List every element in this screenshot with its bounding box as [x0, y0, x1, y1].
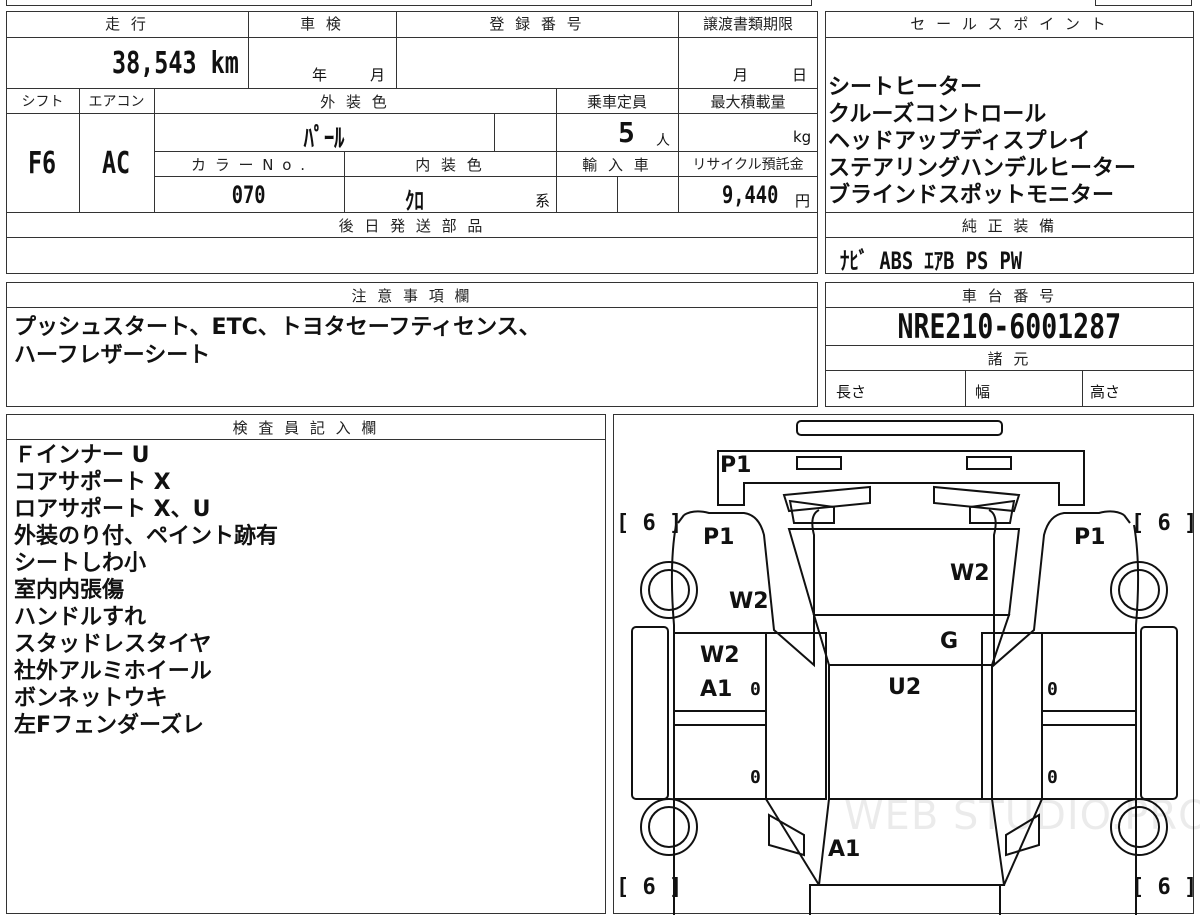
- recycle-unit: 円: [795, 192, 811, 210]
- left-apron-code: W2: [729, 589, 769, 614]
- shift-value: F6: [28, 146, 57, 181]
- tire-rear-right-code: [ 6 ]: [1131, 875, 1198, 900]
- inspector-line-5: シートしわ小: [14, 551, 147, 576]
- front-bumper-code: P1: [720, 453, 752, 478]
- roof-code: U2: [888, 675, 922, 700]
- deadline-day-label: 日: [792, 66, 808, 84]
- shaken-year-label: 年: [312, 66, 328, 84]
- height-label: 高さ: [1090, 383, 1121, 401]
- tire-front-right-code: [ 6 ]: [1131, 511, 1198, 536]
- right-fender-code: P1: [1074, 525, 1106, 550]
- mileage-value: 38,543 km: [112, 46, 239, 81]
- shaken-month-label: 月: [370, 66, 386, 84]
- notes-line-1: プッシュスタート、ETC、トヨタセーフティセンス、: [14, 315, 541, 340]
- later-parts-header: 後 日 発 送 部 品: [338, 217, 486, 235]
- top-right-cutoff-strip: [1095, 0, 1192, 6]
- exterior-color-value: ﾊﾟｰﾙ: [303, 124, 345, 154]
- exterior-color-header: 外 装 色: [320, 93, 390, 111]
- color-no-value: 070: [232, 181, 266, 209]
- tire-front-left-code: [ 6 ]: [616, 511, 683, 536]
- mileage-header: 走 行: [105, 15, 149, 33]
- rear-code: A1: [828, 837, 861, 862]
- sales-point-4: ステアリングハンデルヒーター: [828, 156, 1137, 181]
- interior-color-header: 内 装 色: [415, 156, 485, 174]
- watermark: WEB STUDIO.PRO: [844, 793, 1200, 839]
- interior-color-value: ｸﾛ: [405, 187, 424, 215]
- notes-header: 注 意 事 項 欄: [351, 287, 473, 305]
- length-label: 長さ: [836, 383, 867, 401]
- chassis-number: NRE210-6001287: [897, 307, 1122, 347]
- max-load-header: 最大積載量: [710, 93, 786, 111]
- transfer-deadline-header: 譲渡書類期限: [702, 15, 793, 33]
- sales-point-5: ブラインドスポットモニター: [828, 183, 1115, 208]
- left-front-door-zero: 0: [750, 679, 761, 700]
- width-label: 幅: [975, 383, 991, 401]
- inspector-header: 検 査 員 記 入 欄: [232, 419, 380, 437]
- sales-points-header: セ ー ル ス ポ イ ン ト: [910, 15, 1109, 33]
- recycle-value: 9,440: [722, 181, 779, 209]
- aircon-header: エアコン: [88, 94, 145, 110]
- left-front-door-code-1: W2: [700, 643, 740, 668]
- left-front-door-code-2: A1: [700, 677, 733, 702]
- chassis-header: 車 台 番 号: [961, 287, 1058, 305]
- tire-rear-left-code: [ 6 ]: [616, 875, 683, 900]
- recycle-header: リサイクル預託金: [692, 157, 804, 173]
- inspector-line-1: Ｆインナー U: [14, 443, 150, 468]
- right-front-door-zero: 0: [1047, 679, 1058, 700]
- notes-line-2: ハーフレザーシート: [14, 343, 211, 368]
- registration-header: 登 録 番 号: [489, 15, 585, 33]
- capacity-value: 5: [618, 116, 635, 149]
- equipment-value: ﾅﾋﾞ ABS ｴｱB PS PW: [840, 247, 1023, 275]
- aircon-value: AC: [102, 146, 131, 181]
- specs-header: 諸 元: [987, 350, 1032, 368]
- left-fender-code: P1: [703, 525, 735, 550]
- capacity-unit: 人: [656, 133, 670, 149]
- color-no-header: カ ラ ー N o .: [190, 156, 307, 174]
- inspector-line-11: 左Fフェンダーズレ: [14, 713, 204, 738]
- deadline-month-label: 月: [733, 66, 749, 84]
- shift-header: シフト: [21, 94, 64, 110]
- import-header: 輸 入 車: [582, 156, 652, 174]
- shaken-header: 車 検: [300, 15, 344, 33]
- car-condition-diagram: WEB STUDIO.PRO P1 P1 P1 W2 W2 G W2 A1 U2…: [613, 414, 1200, 915]
- inspector-line-2: コアサポート X: [14, 470, 171, 495]
- sales-point-3: ヘッドアップディスプレイ: [828, 129, 1091, 154]
- inspector-line-6: 室内内張傷: [14, 578, 125, 603]
- sales-point-2: クルーズコントロール: [828, 102, 1047, 127]
- right-rear-door-zero: 0: [1047, 767, 1058, 788]
- inspector-line-3: ロアサポート X、U: [14, 497, 211, 522]
- inspector-line-7: ハンドルすれ: [14, 605, 147, 630]
- equipment-header: 純 正 装 備: [961, 217, 1058, 235]
- left-rear-door-zero: 0: [750, 767, 761, 788]
- interior-color-suffix: 系: [535, 192, 551, 210]
- inspector-line-8: スタッドレスタイヤ: [14, 632, 212, 657]
- max-load-unit: kg: [793, 128, 812, 146]
- top-cutoff-strip: [6, 0, 812, 6]
- sales-point-1: シートヒーター: [828, 75, 983, 100]
- hood-code: W2: [950, 561, 990, 586]
- inspector-line-10: ボンネットウキ: [14, 686, 168, 711]
- capacity-header: 乗車定員: [586, 93, 647, 111]
- inspector-line-4: 外装のり付、ペイント跡有: [14, 524, 279, 549]
- inspector-line-9: 社外アルミホイール: [14, 659, 212, 684]
- windshield-code: G: [940, 629, 959, 654]
